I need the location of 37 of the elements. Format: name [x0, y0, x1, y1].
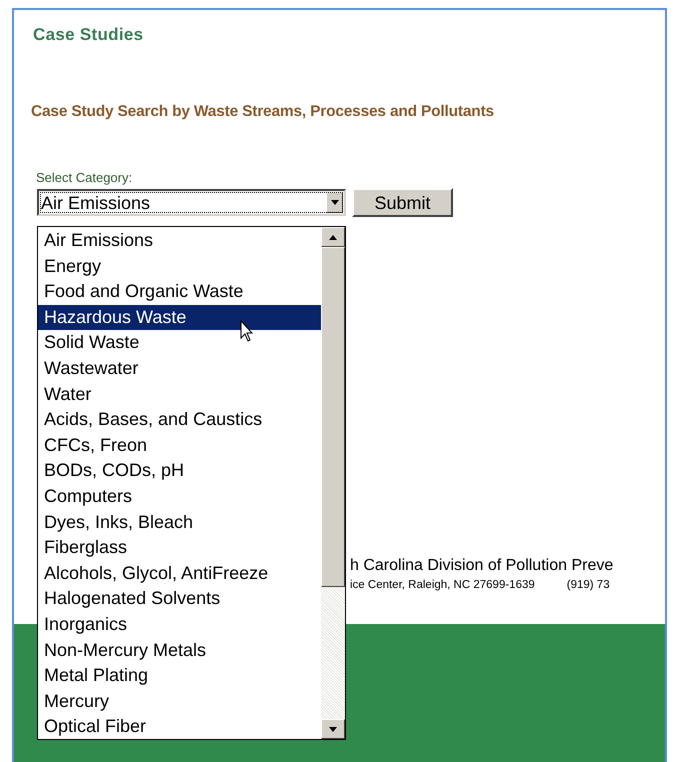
- footer-text: h Carolina Division of Pollution Preve: [350, 557, 614, 576]
- dropdown-option[interactable]: Air Emissions: [38, 228, 321, 254]
- scroll-down-button[interactable]: [321, 719, 345, 739]
- dropdown-option[interactable]: Dyes, Inks, Bleach: [38, 510, 321, 536]
- submit-button[interactable]: Submit: [352, 188, 453, 218]
- arrow-up-icon[interactable]: [329, 234, 337, 240]
- dropdown-option[interactable]: Optical Fiber: [38, 714, 321, 740]
- dropdown-option[interactable]: Inorganics: [38, 612, 321, 638]
- page-title: Case Studies: [33, 24, 144, 46]
- category-select[interactable]: Air Emissions: [37, 189, 346, 216]
- scroll-up-button[interactable]: [321, 227, 345, 247]
- dropdown-option[interactable]: Water: [38, 382, 321, 408]
- dropdown-option[interactable]: Halogenated Solvents: [38, 586, 321, 612]
- section-heading: Case Study Search by Waste Streams, Processes and Pollutants: [31, 102, 495, 122]
- scrollbar[interactable]: [321, 227, 345, 739]
- dropdown-option[interactable]: BODs, CODs, pH: [38, 458, 321, 484]
- dropdown-option[interactable]: Non-Mercury Metals: [38, 638, 321, 664]
- dropdown-option[interactable]: Alcohols, Glycol, AntiFreeze: [38, 560, 321, 586]
- dropdown-option[interactable]: Computers: [38, 484, 321, 510]
- dropdown-option[interactable]: Acids, Bases, and Caustics: [38, 407, 321, 433]
- dropdown-option[interactable]: Metal Plating: [38, 663, 321, 689]
- scrollbar-thumb[interactable]: [321, 247, 345, 587]
- caret-icon[interactable]: [330, 200, 338, 206]
- dropdown-option[interactable]: CFCs, Freon: [38, 432, 321, 458]
- arrow-down-icon[interactable]: [329, 726, 337, 732]
- field-label: Select Category:: [36, 168, 134, 187]
- dropdown-option[interactable]: Fiberglass: [38, 535, 321, 561]
- dropdown-option[interactable]: Energy: [38, 254, 321, 280]
- dropdown-option[interactable]: Solid Waste: [38, 330, 321, 356]
- dropdown-button[interactable]: [326, 192, 343, 214]
- footer-address: ice Center, Raleigh, NC 27699-1639: [350, 578, 535, 592]
- dropdown-option[interactable]: Mercury: [38, 688, 321, 714]
- dropdown-option[interactable]: Hazardous Waste: [38, 304, 321, 330]
- footer-phone: (919) 73: [566, 578, 610, 592]
- mouse-cursor-icon: [240, 320, 254, 344]
- dropdown-option[interactable]: Food and Organic Waste: [38, 279, 321, 305]
- dropdown-option[interactable]: Wastewater: [38, 356, 321, 382]
